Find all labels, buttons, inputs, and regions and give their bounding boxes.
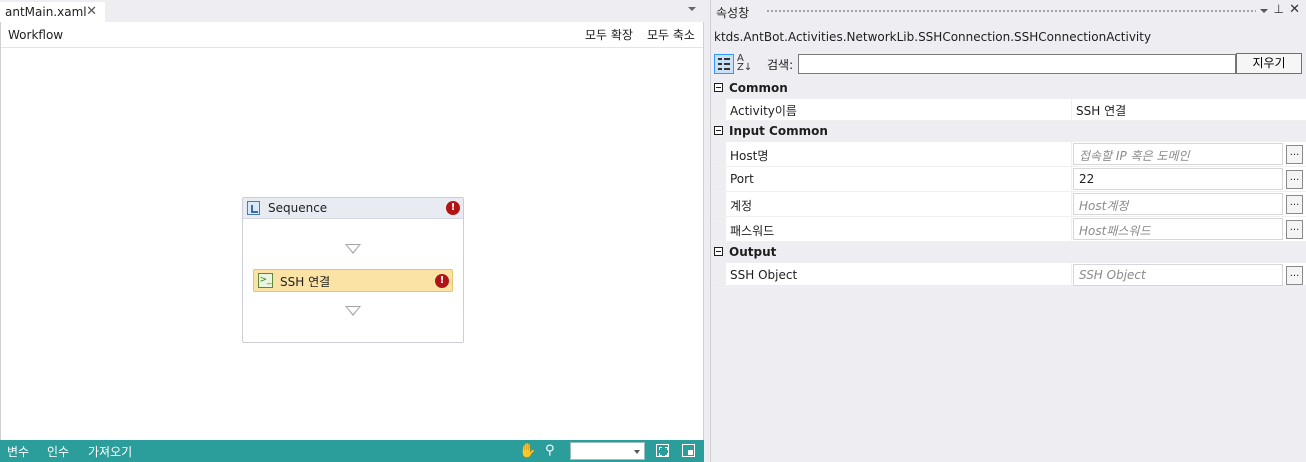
ssh-object-field[interactable]: SSH Object: [1073, 264, 1283, 286]
ellipsis-button[interactable]: ...: [1286, 145, 1303, 164]
workflow-designer: Workflow 모두 확장 모두 축소 Sequence ! >_ SSH 연…: [0, 22, 704, 440]
activity-title: SSH 연결: [280, 275, 331, 289]
property-row[interactable]: Host명 접속할 IP 혹은 도메인 ...: [711, 142, 1306, 167]
terminal-icon: >_: [258, 273, 273, 288]
ssh-connect-activity[interactable]: >_ SSH 연결 !: [253, 269, 453, 292]
document-tab-title: antMain.xaml: [5, 5, 87, 19]
collapse-icon[interactable]: [714, 126, 723, 135]
designer-status-bar: 변수 인수 가져오기 ✋ ⚲: [0, 440, 704, 462]
designer-pane: antMain.xaml ✕ Workflow 모두 확장 모두 축소 Sequ…: [0, 0, 704, 462]
pin-icon[interactable]: ⊥: [1274, 2, 1284, 16]
column-divider[interactable]: [1071, 99, 1072, 120]
category-label: Output: [729, 245, 777, 259]
tab-arguments[interactable]: 인수: [47, 443, 69, 460]
property-name: Activity이름: [730, 104, 797, 118]
row-gutter: [711, 263, 726, 287]
designer-header: Workflow 모두 확장 모두 축소: [1, 22, 703, 48]
designer-canvas[interactable]: Sequence ! >_ SSH 연결 !: [1, 49, 703, 440]
row-gutter: [711, 99, 726, 120]
drop-target-arrow-icon[interactable]: [345, 306, 361, 316]
category-input-common[interactable]: Input Common: [711, 121, 1306, 142]
ellipsis-button[interactable]: ...: [1286, 266, 1303, 285]
property-row[interactable]: SSH Object SSH Object ...: [711, 263, 1306, 288]
property-name: Host명: [730, 149, 769, 163]
collapse-icon[interactable]: [714, 83, 723, 92]
document-tab[interactable]: antMain.xaml ✕: [0, 0, 105, 22]
account-field[interactable]: Host계정: [1073, 193, 1283, 215]
breadcrumb[interactable]: Workflow: [8, 28, 63, 42]
ellipsis-button[interactable]: ...: [1286, 195, 1303, 214]
ellipsis-button[interactable]: ...: [1286, 220, 1303, 239]
property-grid: Common Activity이름 SSH 연결 Input Common Ho…: [711, 78, 1306, 288]
row-gutter: [711, 192, 726, 216]
sequence-activity[interactable]: Sequence ! >_ SSH 연결 !: [242, 197, 464, 343]
panel-title: 속성창: [716, 6, 750, 20]
category-label: Common: [729, 81, 788, 95]
overview-map-icon[interactable]: [682, 444, 695, 457]
clear-button[interactable]: 지우기: [1236, 53, 1302, 74]
close-icon[interactable]: ✕: [86, 4, 97, 19]
search-input[interactable]: [798, 54, 1236, 74]
sequence-header[interactable]: Sequence !: [243, 198, 463, 219]
tab-imports[interactable]: 가져오기: [88, 443, 132, 460]
category-output[interactable]: Output: [711, 242, 1306, 263]
zoom-select[interactable]: [570, 442, 645, 460]
sequence-title: Sequence: [268, 201, 328, 215]
properties-toolbar: A Z↓ 검색: 지우기: [711, 52, 1306, 76]
expand-all-link[interactable]: 모두 확장: [585, 26, 633, 43]
column-divider[interactable]: [1071, 167, 1072, 191]
categorized-view-icon[interactable]: [714, 54, 734, 74]
app-window: antMain.xaml ✕ Workflow 모두 확장 모두 축소 Sequ…: [0, 0, 1306, 462]
property-name: 패스워드: [730, 224, 775, 238]
password-field[interactable]: Host패스워드: [1073, 218, 1283, 240]
row-gutter: [711, 167, 726, 191]
selected-type-name: ktds.AntBot.Activities.NetworkLib.SSHCon…: [714, 30, 1152, 44]
row-gutter: [711, 142, 726, 166]
chevron-down-icon[interactable]: [1260, 9, 1268, 13]
property-row[interactable]: Port 22 ...: [711, 167, 1306, 192]
property-row[interactable]: 계정 Host계정 ...: [711, 192, 1306, 217]
column-divider[interactable]: [1071, 263, 1072, 287]
magnifier-icon[interactable]: ⚲: [545, 443, 561, 459]
port-field[interactable]: 22: [1073, 168, 1283, 190]
search-label: 검색:: [767, 58, 794, 72]
properties-title-bar: 속성창 ⊥ ✕: [711, 0, 1306, 22]
fit-to-screen-icon[interactable]: [656, 444, 669, 457]
category-common[interactable]: Common: [711, 78, 1306, 99]
chevron-down-icon[interactable]: [688, 7, 696, 11]
collapse-all-link[interactable]: 모두 축소: [647, 26, 695, 43]
row-gutter: [711, 217, 726, 241]
document-tabstrip: antMain.xaml ✕: [0, 0, 704, 22]
property-row[interactable]: 패스워드 Host패스워드 ...: [711, 217, 1306, 242]
property-name: SSH Object: [730, 268, 798, 282]
column-divider[interactable]: [1071, 192, 1072, 216]
column-divider[interactable]: [1071, 217, 1072, 241]
error-icon: !: [435, 274, 449, 288]
drop-target-arrow-icon[interactable]: [345, 244, 361, 254]
sort-alphabetical-icon[interactable]: A Z↓: [737, 54, 757, 74]
error-icon: !: [446, 201, 460, 215]
tab-variables[interactable]: 변수: [7, 443, 29, 460]
property-name: Port: [730, 172, 754, 186]
properties-pane: 속성창 ⊥ ✕ ktds.AntBot.Activities.NetworkLi…: [710, 0, 1306, 462]
column-divider[interactable]: [1071, 142, 1072, 166]
collapse-icon[interactable]: [714, 247, 723, 256]
host-field[interactable]: 접속할 IP 혹은 도메인: [1073, 143, 1283, 165]
hand-pan-icon[interactable]: ✋: [519, 443, 536, 459]
category-label: Input Common: [729, 124, 828, 138]
drag-grip[interactable]: [766, 9, 1256, 14]
sequence-icon: [247, 201, 260, 215]
property-name: 계정: [730, 199, 753, 213]
property-value[interactable]: SSH 연결: [1076, 102, 1126, 119]
ellipsis-button[interactable]: ...: [1286, 170, 1303, 189]
property-row[interactable]: Activity이름 SSH 연결: [711, 99, 1306, 121]
close-icon[interactable]: ✕: [1289, 2, 1300, 17]
